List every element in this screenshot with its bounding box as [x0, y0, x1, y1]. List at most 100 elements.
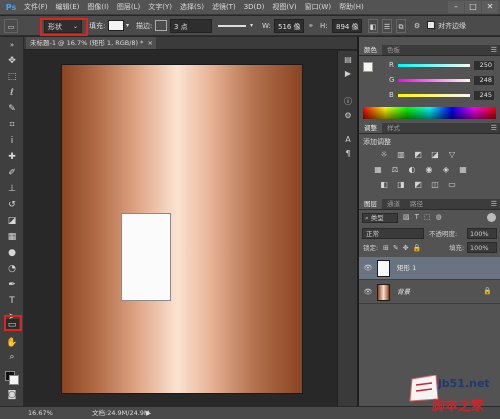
blue-value[interactable]: 245 [474, 91, 494, 100]
path-operations-icon[interactable]: ◧ [368, 19, 378, 33]
menu-filter[interactable]: 滤镜(T) [208, 0, 240, 15]
eye-icon[interactable]: 👁 [363, 264, 373, 273]
stroke-line-type[interactable] [218, 25, 246, 27]
red-slider-track[interactable] [398, 64, 470, 67]
menu-image[interactable]: 图像(I) [83, 0, 113, 15]
info-panel-icon[interactable]: ⓘ [342, 97, 354, 107]
document-tab[interactable]: 未标题-1 @ 16.7% (矩形 1, RGB/8) * × [26, 37, 156, 49]
tab-color[interactable]: 颜色 [359, 45, 382, 55]
menu-select[interactable]: 选择(S) [176, 0, 208, 15]
zoom-tool-icon[interactable]: ⌕ [5, 351, 19, 363]
move-tool-icon[interactable]: ✥ [5, 55, 19, 67]
path-alignment-icon[interactable]: ☰ [382, 19, 392, 33]
posterize-icon[interactable]: ◨ [396, 180, 406, 189]
tool-preset-icon[interactable]: ▭ [4, 19, 18, 33]
blend-mode-select[interactable]: 正常 [362, 228, 424, 239]
color-balance-icon[interactable]: ⚖ [390, 165, 400, 174]
color-foreground-swatch[interactable] [363, 62, 373, 72]
tab-swatches[interactable]: 色板 [382, 45, 405, 55]
red-value[interactable]: 250 [474, 61, 494, 70]
red-slider[interactable]: R 250 [389, 61, 497, 72]
minimize-button[interactable]: – [448, 1, 464, 13]
tab-layers[interactable]: 图层 [359, 199, 382, 209]
properties-panel-icon[interactable]: ⚙ [342, 111, 354, 121]
black-white-icon[interactable]: ◐ [407, 165, 417, 174]
eraser-tool-icon[interactable]: ◪ [5, 215, 19, 227]
layer-row-rectangle[interactable]: 👁 矩形 1 [359, 257, 500, 280]
color-lookup-icon[interactable]: ▦ [458, 165, 468, 174]
toolbar-collapse-icon[interactable]: » [5, 39, 19, 51]
fill-dropdown-icon[interactable]: ▾ [126, 19, 129, 33]
background-color-swatch[interactable] [9, 375, 19, 385]
document-canvas[interactable] [62, 65, 302, 393]
gear-icon[interactable]: ⚙ [412, 19, 422, 33]
brush-tool-icon[interactable]: ✐ [5, 167, 19, 179]
menu-window[interactable]: 窗口(W) [301, 0, 335, 15]
invert-icon[interactable]: ◧ [379, 180, 389, 189]
stroke-size-field[interactable]: 3 点 [170, 19, 212, 33]
blur-tool-icon[interactable]: ● [5, 247, 19, 259]
green-slider-track[interactable] [398, 79, 470, 82]
lasso-tool-icon[interactable]: ℓ [5, 87, 19, 99]
history-brush-tool-icon[interactable]: ↺ [5, 199, 19, 211]
actions-panel-icon[interactable]: ▶ [342, 69, 354, 79]
history-panel-icon[interactable]: ▤ [342, 55, 354, 65]
maximize-button[interactable]: □ [465, 1, 481, 13]
gradient-tool-icon[interactable]: ▦ [5, 231, 19, 243]
character-panel-icon[interactable]: A [342, 135, 354, 145]
clone-stamp-tool-icon[interactable]: ⊥ [5, 183, 19, 195]
link-icon[interactable]: ⚭ [308, 19, 314, 33]
levels-icon[interactable]: ▥ [396, 150, 406, 159]
filter-toggle-icon[interactable] [487, 213, 496, 222]
fill-field[interactable]: 100% [467, 242, 497, 253]
stroke-swatch[interactable] [155, 20, 167, 31]
tab-adjustments[interactable]: 调整 [359, 123, 382, 133]
fill-swatch[interactable] [108, 20, 124, 31]
panel-menu-icon[interactable]: ☰ [491, 123, 497, 134]
panel-menu-icon[interactable]: ☰ [491, 45, 497, 56]
menu-edit[interactable]: 编辑(E) [52, 0, 84, 15]
close-button[interactable]: ✕ [482, 1, 498, 13]
healing-brush-tool-icon[interactable]: ✚ [5, 151, 19, 163]
pen-tool-icon[interactable]: ✒ [5, 279, 19, 291]
align-edges-checkbox[interactable] [427, 21, 435, 29]
quick-mask-icon[interactable]: ◙ [5, 389, 19, 401]
layer-filter-select[interactable]: ⌕ 类型 [362, 213, 398, 223]
tab-close-icon[interactable]: × [148, 37, 153, 49]
eyedropper-tool-icon[interactable]: ⅰ [5, 135, 19, 147]
hand-tool-icon[interactable]: ✋ [5, 337, 19, 349]
opacity-field[interactable]: 100% [467, 228, 497, 239]
menu-help[interactable]: 帮助(H) [335, 0, 368, 15]
gradient-map-icon[interactable]: ▭ [447, 180, 457, 189]
vibrance-icon[interactable]: ▽ [447, 150, 457, 159]
canvas-area[interactable] [25, 51, 358, 406]
curves-icon[interactable]: ◩ [413, 150, 423, 159]
width-field[interactable]: 516 像 [274, 19, 304, 33]
type-tool-icon[interactable]: T [5, 295, 19, 307]
blue-slider[interactable]: B 245 [389, 91, 497, 102]
threshold-icon[interactable]: ◩ [413, 180, 423, 189]
layer-filter-icons[interactable]: ▨T⬚◍ [403, 213, 447, 221]
channel-mixer-icon[interactable]: ◈ [441, 165, 451, 174]
exposure-icon[interactable]: ◪ [430, 150, 440, 159]
eye-icon[interactable]: 👁 [363, 288, 373, 297]
menu-3d[interactable]: 3D(D) [240, 0, 269, 15]
quick-select-tool-icon[interactable]: ✎ [5, 103, 19, 115]
rectangle-shape[interactable] [121, 213, 171, 301]
marquee-tool-icon[interactable]: ⬚ [5, 71, 19, 83]
status-menu-arrow-icon[interactable]: ▶ [146, 407, 151, 419]
layer-row-background[interactable]: 👁 背景 🔒 [359, 281, 500, 304]
color-spectrum-bar[interactable] [363, 107, 496, 119]
crop-tool-icon[interactable]: ⌗ [5, 119, 19, 131]
green-slider[interactable]: G 248 [389, 76, 497, 87]
height-field[interactable]: 894 像 [332, 19, 362, 33]
tab-styles[interactable]: 样式 [382, 123, 405, 133]
brightness-icon[interactable]: ☼ [379, 150, 389, 159]
paragraph-panel-icon[interactable]: ¶ [342, 149, 354, 159]
tab-paths[interactable]: 路径 [405, 199, 428, 209]
menu-file[interactable]: 文件(F) [20, 0, 52, 15]
dodge-tool-icon[interactable]: ◔ [5, 263, 19, 275]
tab-channels[interactable]: 通道 [382, 199, 405, 209]
menu-type[interactable]: 文字(Y) [144, 0, 176, 15]
hue-saturation-icon[interactable]: ▦ [373, 165, 383, 174]
